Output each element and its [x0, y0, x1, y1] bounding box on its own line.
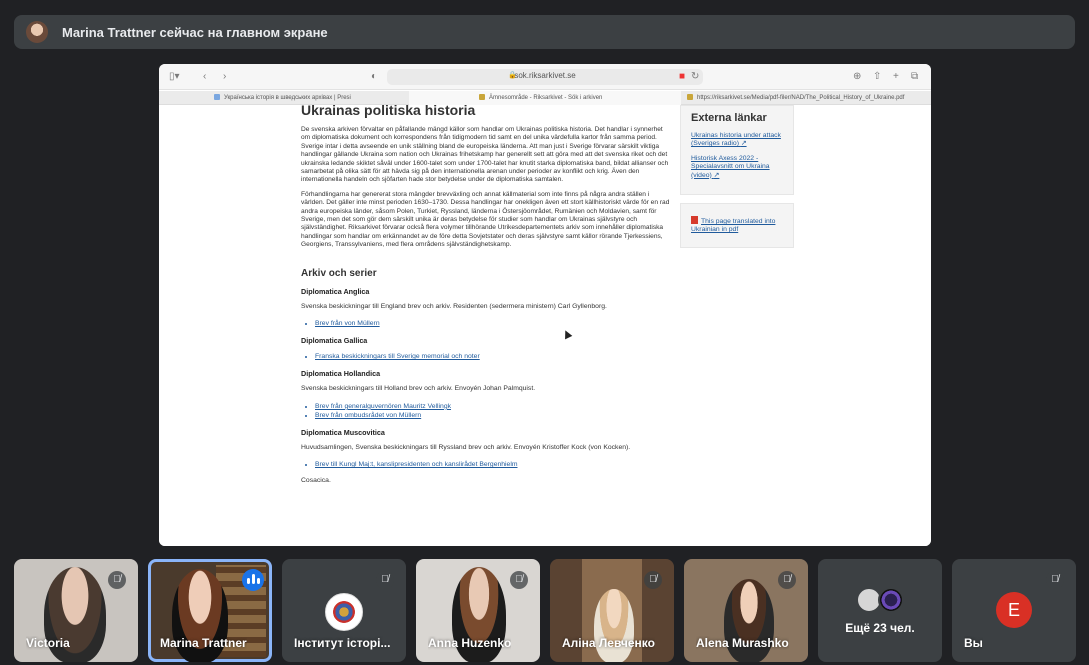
shield-icon[interactable]: ◐	[371, 70, 377, 84]
speaking-indicator-icon	[242, 569, 264, 591]
participant-name: Alena Murashko	[696, 636, 789, 650]
mic-off-icon: 🎙̸	[376, 571, 394, 589]
participant-person	[594, 589, 634, 662]
participant-tile[interactable]: 🎙̸ Victoria	[14, 559, 138, 662]
sidebar: Externa länkar Ukrainas historia under a…	[680, 105, 794, 256]
mic-off-icon: 🎙̸	[644, 571, 662, 589]
tab-favicon-icon	[214, 94, 220, 100]
series-title: Diplomatica Hollandica	[301, 369, 381, 379]
presenter-avatar	[26, 21, 48, 43]
participant-name: Anna Huzenko	[428, 636, 512, 650]
address-bar[interactable]: 🔒 sok.riksarkivet.se	[387, 69, 703, 85]
url-text: sok.riksarkivet.se	[514, 71, 576, 80]
mic-off-icon: 🎙̸	[108, 571, 126, 589]
participant-name: Інститут історі...	[294, 636, 391, 650]
external-link[interactable]: Historisk Axess 2022 - Specialavsnitt om…	[691, 155, 783, 180]
series-link[interactable]: Brev från generalguvernören Mauritz Vell…	[315, 402, 671, 411]
more-participants-tile[interactable]: Ещё 23 чел.	[818, 559, 942, 662]
tab-overview-icon[interactable]: ⧉	[911, 70, 918, 84]
institute-avatar	[325, 593, 363, 631]
series-title: Diplomatica Gallica	[301, 336, 368, 346]
participant-name: Аліна Левченко	[562, 636, 655, 650]
participant-tile[interactable]: Marina Trattner	[148, 559, 272, 662]
self-tile[interactable]: E 🎙̸ Вы	[952, 559, 1076, 662]
presenting-banner: Marina Trattner сейчас на главном экране	[14, 15, 1075, 49]
series-links: Brev från generalguvernören Mauritz Vell…	[315, 402, 671, 420]
series-link[interactable]: Franska beskickningars till Sverige memo…	[315, 352, 671, 361]
participant-avatar	[878, 587, 904, 613]
pdf-icon	[691, 216, 698, 225]
series-desc: Svenska beskickningars till Holland brev…	[301, 385, 536, 393]
presenting-text: Marina Trattner сейчас на главном экране	[62, 24, 328, 40]
mic-off-icon: 🎙̸	[510, 571, 528, 589]
series-link[interactable]: Brev till Kungl Maj:t, kanslipresidenten…	[315, 460, 671, 469]
reload-icon[interactable]: ↻	[691, 70, 699, 84]
series-links: Franska beskickningars till Sverige memo…	[315, 352, 671, 361]
participant-name: Вы	[964, 636, 983, 650]
paragraph: Förhandlingarna har genererat stora mäng…	[301, 190, 670, 249]
web-page: Ukrainas politiska historia De svenska a…	[159, 105, 931, 546]
external-link[interactable]: Ukrainas historia under attack (Sveriges…	[691, 132, 783, 149]
participant-tile[interactable]: 🎙̸ Anna Huzenko	[416, 559, 540, 662]
mic-off-icon: 🎙̸	[778, 571, 796, 589]
pdf-link[interactable]: This page translated into Ukrainian in p…	[691, 216, 783, 235]
pdf-box: This page translated into Ukrainian in p…	[680, 203, 794, 248]
shared-screen: ▯▾ ‹ › ◐ 🔒 sok.riksarkivet.se ■ ↻ ⊕ ⇧ + …	[159, 64, 931, 546]
tab-strip: Українська історія в шведських архівах |…	[159, 91, 931, 105]
external-link-icon: ↗	[740, 140, 747, 148]
series-title: Diplomatica Anglica	[301, 286, 370, 296]
participant-name: Victoria	[26, 636, 70, 650]
series-desc: Svenska beskickningar till England brev …	[301, 302, 607, 310]
extension-icon[interactable]: ■	[679, 70, 685, 84]
mic-off-icon: 🎙̸	[1046, 571, 1064, 589]
series-title: Diplomatica Muscovitica	[301, 427, 385, 437]
series-link[interactable]: Brev från ombudsrådet von Müllern	[315, 411, 671, 420]
tab-pdf[interactable]: https://riksarkivet.se/Media/pdf-filer/N…	[687, 91, 931, 105]
meet-call-window: Marina Trattner сейчас на главном экране…	[0, 0, 1089, 665]
back-icon[interactable]: ‹	[203, 70, 206, 84]
external-link-icon: ↗	[713, 171, 720, 179]
article: Ukrainas politiska historia De svenska a…	[301, 105, 671, 494]
sidebar-toggle-icon[interactable]: ▯▾	[169, 70, 180, 84]
series-desc: Huvudsamlingen, Svenska beskickningars t…	[301, 443, 631, 451]
tab-favicon-icon	[687, 94, 693, 100]
tab-riksarkivet[interactable]: Ämnesområde - Riksarkivet - Sök i arkive…	[409, 91, 681, 105]
paragraph: De svenska arkiven förvaltar en påfallan…	[301, 126, 669, 184]
participant-tile[interactable]: 🎙̸ Інститут історі...	[282, 559, 406, 662]
participant-name: Marina Trattner	[160, 636, 247, 650]
external-links-box: Externa länkar Ukrainas historia under a…	[680, 105, 794, 196]
browser-toolbar: ▯▾ ‹ › ◐ 🔒 sok.riksarkivet.se ■ ↻ ⊕ ⇧ + …	[159, 64, 931, 90]
tab-presi[interactable]: Українська історія в шведських архівах |…	[214, 91, 364, 105]
section-title: Arkiv och serier	[301, 267, 377, 279]
new-tab-icon[interactable]: +	[893, 70, 899, 84]
page-title: Ukrainas politiska historia	[301, 105, 476, 118]
download-icon[interactable]: ⊕	[853, 70, 861, 84]
participant-tile[interactable]: 🎙̸ Аліна Левченко	[550, 559, 674, 662]
participant-tile[interactable]: 🎙̸ Alena Murashko	[684, 559, 808, 662]
series-links: Brev från von Müllern	[315, 319, 671, 328]
self-avatar: E	[996, 592, 1032, 628]
seal-icon	[333, 601, 355, 623]
share-icon[interactable]: ⇧	[873, 70, 881, 84]
tab-favicon-icon	[479, 94, 485, 100]
trailing-text: Cosacica.	[301, 477, 331, 485]
forward-icon[interactable]: ›	[223, 70, 226, 84]
series-link[interactable]: Brev från von Müllern	[315, 319, 671, 328]
series-links: Brev till Kungl Maj:t, kanslipresidenten…	[315, 460, 671, 469]
external-links-title: Externa länkar	[691, 112, 767, 124]
more-participants-label: Ещё 23 чел.	[845, 621, 915, 635]
